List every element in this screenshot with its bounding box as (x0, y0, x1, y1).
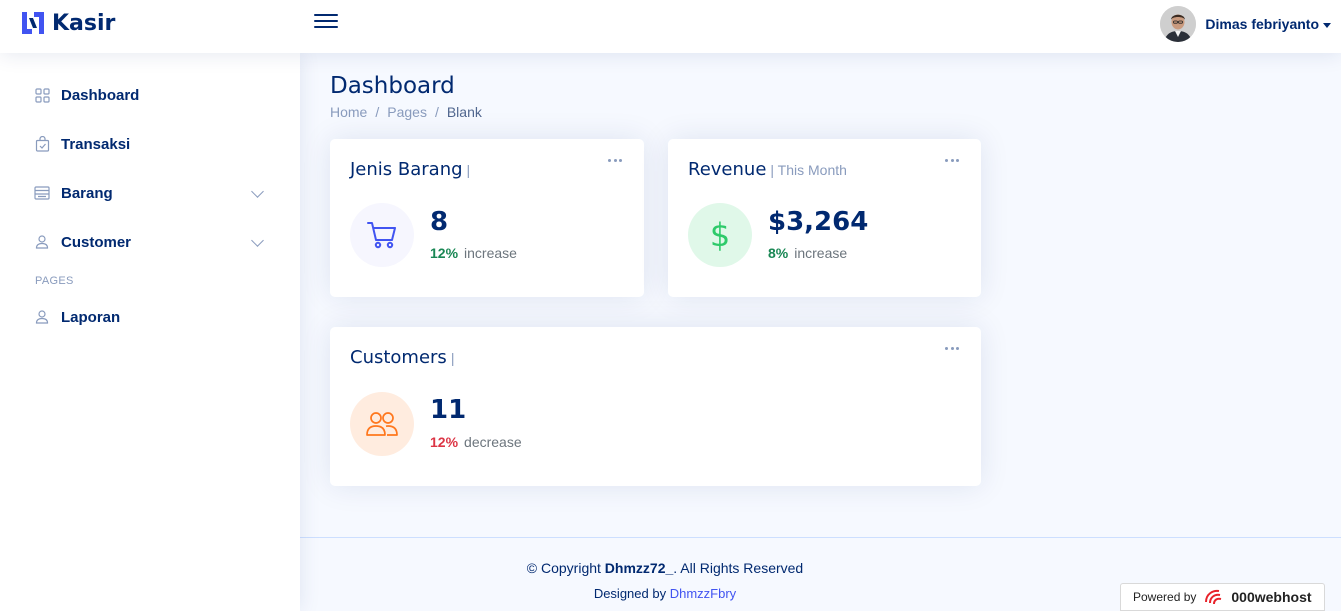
customers-change: 12% decrease (430, 434, 522, 450)
sidebar-item-label: Barang (61, 184, 113, 202)
jenis-barang-value: 8 (430, 207, 449, 237)
card-title: Revenue | This Month (688, 159, 847, 180)
people-icon (350, 392, 414, 456)
powered-by-brand: 000webhost (1231, 589, 1312, 605)
more-options-icon[interactable] (945, 345, 959, 351)
sidebar-item-customer[interactable]: Customer (20, 222, 280, 262)
sidebar: Dashboard Transaksi Barang Customer PAGE… (0, 53, 300, 611)
sidebar-item-transaksi[interactable]: Transaksi (20, 124, 280, 164)
chevron-down-icon (251, 185, 264, 198)
main-content: Dashboard Home / Pages / Blank Jenis Bar… (300, 53, 1341, 537)
sidebar-item-label: Transaksi (61, 135, 131, 153)
webhost-logo-icon (1205, 589, 1222, 605)
person-icon (34, 309, 50, 325)
menu-icon (314, 14, 338, 16)
profile-name: Dimas febriyanto (1205, 16, 1319, 32)
avatar-image (1160, 6, 1197, 42)
more-options-icon[interactable] (945, 157, 959, 163)
currency-dollar-icon: $ (688, 203, 752, 267)
top-header: Kasir Dimas febriyanto (0, 0, 1341, 53)
breadcrumb: Home / Pages / Blank (330, 104, 482, 120)
customers-value: 11 (430, 395, 467, 425)
jenis-barang-card: Jenis Barang | 8 12% increase (330, 139, 644, 297)
sidebar-item-label: Dashboard (61, 86, 140, 104)
layout-text-window-icon (34, 185, 50, 201)
logo-icon (22, 12, 44, 34)
bag-check-icon (34, 136, 50, 152)
page-title: Dashboard (330, 73, 455, 99)
jenis-barang-change: 12% increase (430, 245, 517, 261)
powered-by-label: Powered by (1133, 590, 1197, 604)
caret-down-icon (1323, 22, 1331, 28)
sidebar-item-label: Customer (61, 233, 132, 251)
breadcrumb-home[interactable]: Home (330, 104, 367, 120)
sidebar-item-laporan[interactable]: Laporan (20, 297, 280, 337)
sidebar-item-label: Laporan (61, 308, 121, 326)
logo[interactable]: Kasir (20, 10, 115, 36)
customers-card: Customers | 11 12% decrease (330, 327, 981, 486)
sidebar-toggle-button[interactable] (314, 12, 338, 34)
breadcrumb-current: Blank (446, 104, 482, 120)
app-name: Kasir (52, 10, 116, 36)
sidebar-item-barang[interactable]: Barang (20, 173, 280, 213)
card-title: Jenis Barang | (350, 159, 471, 180)
nav-heading: PAGES (35, 275, 74, 287)
powered-by-badge[interactable]: Powered by 000webhost (1120, 583, 1325, 611)
breadcrumb-pages[interactable]: Pages (387, 104, 427, 120)
cart-icon (350, 203, 414, 267)
chevron-down-icon (251, 234, 264, 247)
avatar (1160, 6, 1197, 42)
designer-link[interactable]: DhmzzFbry (670, 586, 736, 601)
card-title: Customers | (350, 347, 455, 368)
revenue-card: Revenue | This Month $ $3,264 8% increase (668, 139, 981, 297)
profile-dropdown[interactable]: Dimas febriyanto (1160, 6, 1331, 42)
grid-icon (34, 87, 50, 103)
sidebar-item-dashboard[interactable]: Dashboard (20, 75, 280, 115)
revenue-change: 8% increase (768, 245, 848, 261)
more-options-icon[interactable] (608, 157, 622, 163)
person-icon (34, 234, 50, 250)
revenue-value: $3,264 (768, 207, 869, 237)
